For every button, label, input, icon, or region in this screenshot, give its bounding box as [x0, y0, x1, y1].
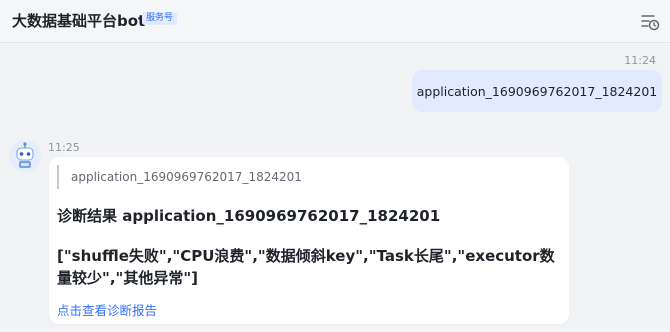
view-report-link[interactable]: 点击查看诊断报告 — [57, 300, 157, 319]
chat-title: 大数据基础平台bot — [12, 12, 146, 30]
outgoing-message-text: application_1690969762017_1824201 — [416, 83, 658, 99]
diagnosis-result-card: application_1690969762017_1824201 诊断结果 a… — [49, 157, 569, 324]
diagnosis-result-title: 诊断结果 application_1690969762017_1824201 — [57, 207, 441, 225]
history-clock-icon — [641, 15, 660, 31]
outgoing-message-bubble[interactable]: application_1690969762017_1824201 — [412, 70, 662, 112]
message-timestamp: 11:24 — [624, 54, 656, 67]
robot-icon — [16, 142, 34, 168]
service-account-badge: 服务号 — [142, 12, 178, 25]
quoted-message[interactable]: application_1690969762017_1824201 — [57, 165, 302, 189]
bot-avatar[interactable] — [9, 140, 41, 172]
quoted-message-text: application_1690969762017_1824201 — [71, 170, 302, 184]
diagnosis-result-list: ["shuffle失败","CPU浪费","数据倾斜key","Task长尾",… — [57, 247, 555, 287]
history-button[interactable] — [640, 12, 660, 32]
chat-header: 大数据基础平台bot 服务号 — [0, 0, 670, 43]
message-timestamp: 11:25 — [48, 141, 80, 154]
